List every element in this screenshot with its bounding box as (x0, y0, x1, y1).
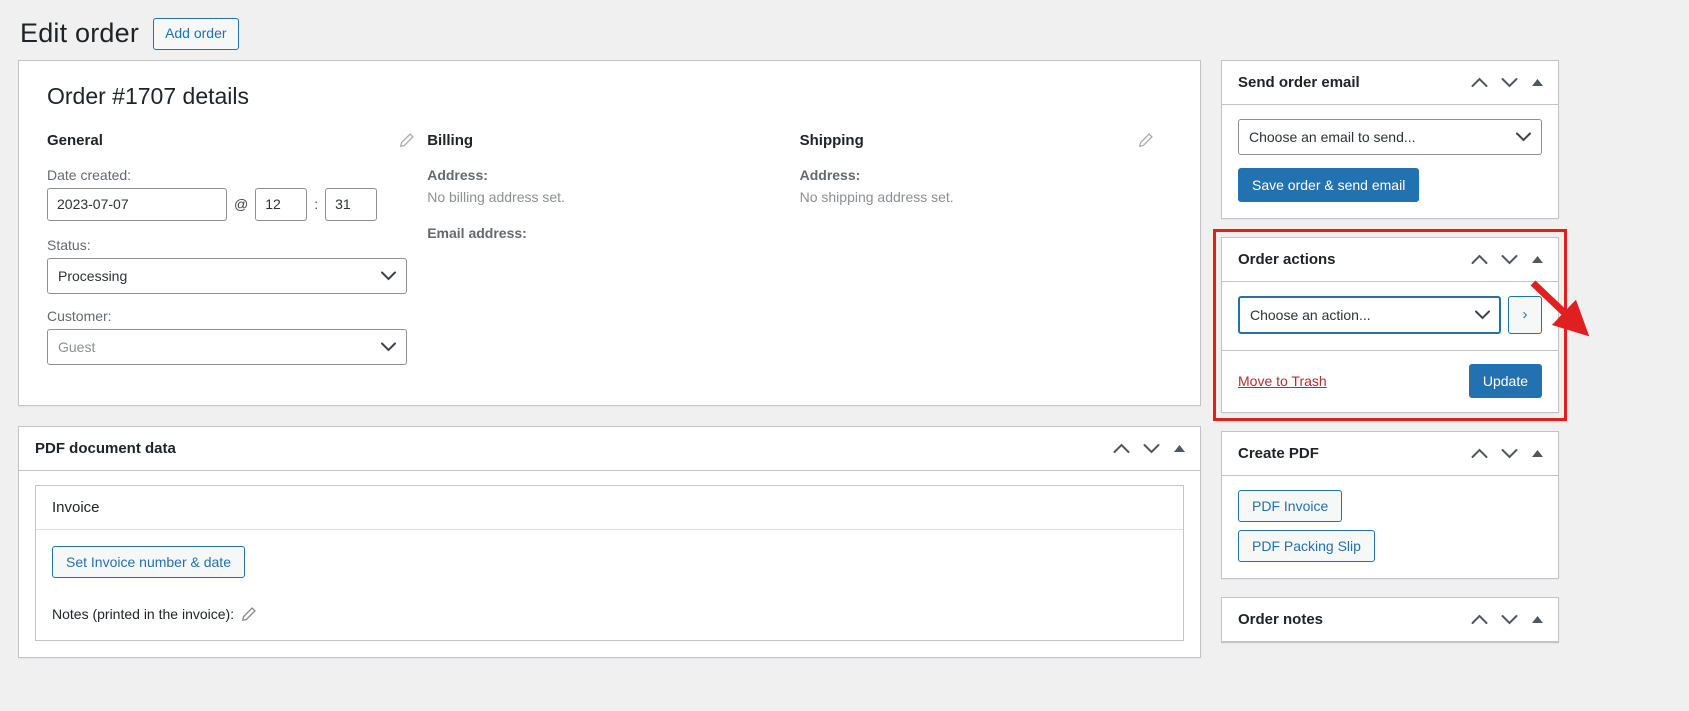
move-down-icon[interactable] (1501, 614, 1518, 625)
order-details-title: Order #1707 details (47, 82, 250, 109)
status-select[interactable]: Processing (47, 257, 407, 294)
order-notes-panel: Order notes (1221, 596, 1559, 643)
billing-address-label: Address: (427, 166, 488, 183)
toggle-panel-icon[interactable] (1531, 255, 1544, 264)
invoice-notes-label: Notes (printed in the invoice): (52, 605, 235, 622)
update-button[interactable]: Update (1468, 363, 1542, 398)
order-details-panel: Order #1707 details General Date created… (18, 59, 1201, 406)
order-notes-header: Order notes (1222, 598, 1558, 642)
send-order-email-header-icons (1471, 77, 1544, 88)
pdf-panel-title: PDF document data (35, 439, 176, 457)
page-title: Edit order (20, 18, 140, 49)
time-separator: : (314, 196, 319, 213)
order-notes-header-icons (1471, 614, 1544, 625)
pdf-invoice-button[interactable]: PDF Invoice (1238, 489, 1343, 522)
move-down-icon[interactable] (1501, 77, 1518, 88)
date-created-row: @ : (47, 187, 427, 221)
edit-billing-pencil-icon[interactable] (399, 132, 415, 148)
send-order-email-body: Choose an email to send... Save order & … (1222, 105, 1558, 218)
move-up-icon[interactable] (1471, 77, 1488, 88)
send-order-email-header: Send order email (1222, 61, 1558, 105)
billing-heading: Billing (427, 131, 474, 149)
choose-action-select[interactable]: Choose an action... (1238, 295, 1501, 334)
move-down-icon[interactable] (1143, 443, 1160, 454)
billing-address-value: No billing address set. (427, 188, 565, 205)
customer-select[interactable]: Guest (47, 328, 407, 365)
shipping-address-label: Address: (799, 166, 861, 183)
general-column: General Date created: @ : Status: Proces… (47, 132, 427, 379)
invoice-box-body: Set Invoice number & date Notes (printed… (36, 530, 1183, 640)
order-actions-panel: Order actions Choose an action... › Move… (1221, 236, 1559, 413)
create-pdf-header-icons (1471, 448, 1544, 459)
move-down-icon[interactable] (1501, 448, 1518, 459)
minute-input[interactable] (325, 187, 378, 221)
status-label: Status: (47, 236, 91, 253)
create-pdf-title: Create PDF (1238, 444, 1319, 462)
invoice-notes-row: Notes (printed in the invoice): (52, 606, 1167, 622)
toggle-panel-icon[interactable] (1173, 444, 1186, 453)
page-body: Order #1707 details General Date created… (0, 59, 1689, 661)
sidebar-column: Send order email Choose an email to send… (1221, 59, 1559, 661)
send-order-email-title: Send order email (1238, 73, 1360, 91)
customer-select-wrapper: Guest (47, 328, 407, 365)
at-symbol: @ (234, 196, 249, 213)
move-up-icon[interactable] (1471, 254, 1488, 265)
date-created-input[interactable] (47, 187, 227, 221)
pdf-panel-header-icons (1113, 443, 1186, 454)
order-action-row: Choose an action... › (1238, 295, 1542, 334)
page-header: Edit order Add order (0, 0, 1689, 60)
billing-column: Billing Address: No billing address set.… (400, 131, 799, 379)
shipping-address-value: No shipping address set. (799, 188, 954, 205)
order-actions-title: Order actions (1238, 250, 1336, 268)
order-action-select-wrapper: Choose an action... (1238, 295, 1501, 334)
toggle-panel-icon[interactable] (1531, 449, 1544, 458)
shipping-heading: Shipping (799, 131, 864, 149)
pdf-panel-header: PDF document data (19, 427, 1200, 471)
set-invoice-number-date-button[interactable]: Set Invoice number & date (52, 545, 245, 578)
order-details-columns: General Date created: @ : Status: Proces… (47, 132, 1172, 379)
save-order-send-email-button[interactable]: Save order & send email (1238, 167, 1420, 202)
add-order-button[interactable]: Add order (153, 18, 239, 50)
pdf-packing-slip-button[interactable]: PDF Packing Slip (1238, 529, 1375, 562)
email-select-wrapper: Choose an email to send... (1238, 118, 1542, 155)
choose-email-select[interactable]: Choose an email to send... (1238, 118, 1542, 155)
order-actions-header: Order actions (1222, 238, 1558, 282)
date-created-label: Date created: (47, 166, 132, 183)
move-to-trash-link[interactable]: Move to Trash (1238, 373, 1327, 389)
create-pdf-body: PDF Invoice PDF Packing Slip (1222, 476, 1558, 578)
shipping-column: Shipping Address: No shipping address se… (800, 132, 1172, 379)
order-actions-header-icons (1471, 254, 1544, 265)
apply-action-button[interactable]: › (1508, 295, 1542, 334)
move-down-icon[interactable] (1501, 254, 1518, 265)
create-pdf-header: Create PDF (1222, 432, 1558, 476)
send-order-email-panel: Send order email Choose an email to send… (1221, 59, 1559, 219)
move-up-icon[interactable] (1113, 443, 1130, 454)
move-up-icon[interactable] (1471, 448, 1488, 459)
invoice-label: Invoice (36, 486, 1183, 530)
general-heading: General (47, 131, 103, 149)
customer-label: Customer: (47, 307, 112, 324)
create-pdf-panel: Create PDF PDF Invoice PDF Packing Slip (1221, 430, 1559, 579)
pdf-panel-body: Invoice Set Invoice number & date Notes … (19, 471, 1200, 657)
pdf-document-data-panel: PDF document data Invoice Set Invoice nu… (18, 425, 1201, 658)
order-notes-title: Order notes (1238, 610, 1324, 628)
invoice-document-box: Invoice Set Invoice number & date Notes … (35, 484, 1184, 641)
hour-input[interactable] (255, 187, 308, 221)
order-actions-body: Choose an action... › (1222, 282, 1558, 350)
status-select-wrapper: Processing (47, 257, 407, 294)
main-column: Order #1707 details General Date created… (18, 59, 1201, 658)
move-up-icon[interactable] (1471, 614, 1488, 625)
edit-shipping-pencil-icon[interactable] (1138, 132, 1154, 148)
order-actions-footer: Move to Trash Update (1222, 349, 1558, 412)
toggle-panel-icon[interactable] (1531, 615, 1544, 624)
toggle-panel-icon[interactable] (1531, 78, 1544, 87)
edit-notes-pencil-icon[interactable] (241, 606, 257, 622)
billing-email-label: Email address: (427, 224, 527, 241)
